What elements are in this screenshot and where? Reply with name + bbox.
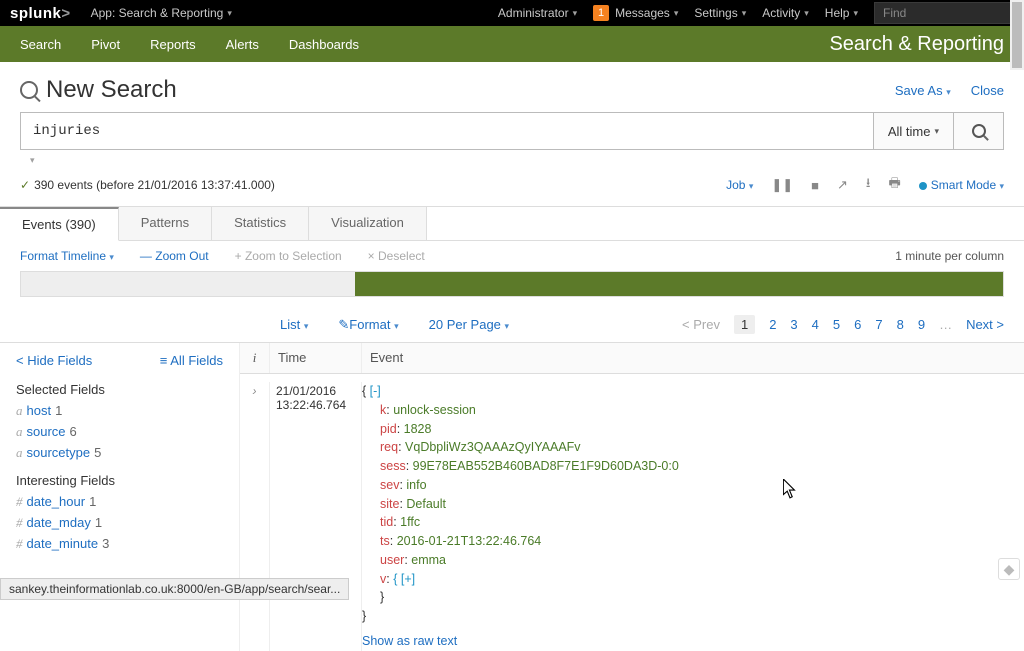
- logo[interactable]: splunk>: [10, 5, 71, 22]
- stop-icon[interactable]: ■: [811, 178, 819, 193]
- interesting-fields-header: Interesting Fields: [16, 473, 223, 488]
- format-menu[interactable]: ✎Format ▾: [338, 317, 398, 333]
- show-raw-text-link[interactable]: Show as raw text: [362, 632, 457, 651]
- search-bar: All time▾: [20, 112, 1004, 150]
- timeline-controls: Format Timeline ▾ — Zoom Out + Zoom to S…: [0, 241, 1024, 271]
- pager-next[interactable]: Next >: [966, 317, 1004, 332]
- pager-ellipsis: …: [939, 317, 952, 332]
- pager-page[interactable]: 1: [734, 315, 755, 334]
- smart-mode-menu[interactable]: Smart Mode ▾: [919, 178, 1004, 192]
- app-menu[interactable]: App: Search & Reporting▾: [91, 6, 232, 20]
- format-timeline-menu[interactable]: Format Timeline ▾: [20, 249, 114, 263]
- search-icon: [972, 124, 986, 138]
- event-count-text: 390 events (before 21/01/2016 13:37:41.0…: [34, 178, 275, 192]
- search-assistant-toggle[interactable]: ▾: [30, 152, 1004, 166]
- status-row: ✓ 390 events (before 21/01/2016 13:37:41…: [0, 166, 1024, 202]
- nav-search[interactable]: Search: [20, 37, 61, 52]
- field-item[interactable]: #date_minute3: [16, 536, 223, 552]
- result-tabs: Events (390) Patterns Statistics Visuali…: [0, 206, 1024, 241]
- pager-page[interactable]: 5: [833, 317, 840, 332]
- field-item[interactable]: #date_hour1: [16, 494, 223, 510]
- close-button[interactable]: Close: [971, 83, 1004, 98]
- search-input[interactable]: [20, 112, 874, 150]
- field-item[interactable]: #date_mday1: [16, 515, 223, 531]
- page-title: New Search: [20, 76, 177, 104]
- title-row: New Search Save As ▾ Close: [0, 62, 1024, 112]
- pause-icon[interactable]: ❚❚: [771, 177, 793, 193]
- timeline-scale-label: 1 minute per column: [895, 249, 1004, 263]
- field-item[interactable]: asource6: [16, 424, 223, 440]
- zoom-to-selection-button: + Zoom to Selection: [235, 249, 342, 263]
- results-toolbar: List ▾ ✎Format ▾ 20 Per Page ▾ < Prev 1 …: [0, 307, 1024, 342]
- find-input[interactable]: Find: [874, 2, 1014, 24]
- share-icon[interactable]: ↗: [837, 177, 848, 193]
- col-info: i: [240, 343, 270, 373]
- all-fields-button[interactable]: ≡ All Fields: [160, 353, 223, 368]
- pager-page[interactable]: 4: [812, 317, 819, 332]
- messages-menu[interactable]: 1Messages▾: [593, 5, 678, 21]
- event-time: 21/01/2016 13:22:46.764: [270, 382, 362, 651]
- activity-menu[interactable]: Activity▾: [762, 6, 809, 20]
- timeline-histogram[interactable]: [20, 271, 1004, 297]
- event-json[interactable]: { [-] k: unlock-sessionpid: 1828req: VqD…: [362, 382, 1024, 651]
- events-header: i Time Event: [240, 343, 1024, 374]
- pager-page[interactable]: 9: [918, 317, 925, 332]
- check-icon: ✓: [20, 178, 30, 192]
- app-title: Search & Reporting: [829, 33, 1004, 56]
- nav-pivot[interactable]: Pivot: [91, 37, 120, 52]
- search-button[interactable]: [954, 112, 1004, 150]
- pager-page[interactable]: 8: [897, 317, 904, 332]
- pager-prev: < Prev: [682, 317, 720, 332]
- app-nav-bar: Search Pivot Reports Alerts Dashboards S…: [0, 26, 1024, 62]
- selected-fields-header: Selected Fields: [16, 382, 223, 397]
- print-icon[interactable]: 🖶: [888, 174, 900, 196]
- back-to-top-button[interactable]: ◆: [998, 558, 1020, 580]
- per-page-menu[interactable]: 20 Per Page ▾: [429, 317, 509, 332]
- col-time[interactable]: Time: [270, 343, 362, 373]
- nav-dashboards[interactable]: Dashboards: [289, 37, 359, 52]
- tab-visualization[interactable]: Visualization: [309, 207, 427, 240]
- pager-page[interactable]: 6: [854, 317, 861, 332]
- pager: < Prev 1 2 3 4 5 6 7 8 9 … Next >: [682, 315, 1004, 334]
- expand-nested-button[interactable]: { [+]: [393, 572, 415, 586]
- search-icon: [20, 81, 38, 99]
- job-menu[interactable]: Job ▾: [726, 178, 753, 192]
- pager-page[interactable]: 2: [769, 317, 776, 332]
- top-bar: splunk> App: Search & Reporting▾ Adminis…: [0, 0, 1024, 26]
- pager-page[interactable]: 3: [790, 317, 797, 332]
- bulb-icon: [919, 182, 927, 190]
- event-row: › 21/01/2016 13:22:46.764 { [-] k: unloc…: [240, 374, 1024, 651]
- field-item[interactable]: ahost1: [16, 403, 223, 419]
- list-view-menu[interactable]: List ▾: [280, 317, 308, 332]
- help-menu[interactable]: Help▾: [825, 6, 858, 20]
- tab-events[interactable]: Events (390): [0, 207, 119, 241]
- hide-fields-button[interactable]: < Hide Fields: [16, 353, 92, 368]
- tab-patterns[interactable]: Patterns: [119, 207, 212, 240]
- col-event: Event: [362, 343, 1024, 373]
- field-item[interactable]: asourcetype5: [16, 445, 223, 461]
- time-range-picker[interactable]: All time▾: [874, 112, 954, 150]
- pager-page[interactable]: 7: [875, 317, 882, 332]
- scrollbar-vertical[interactable]: [1010, 0, 1024, 70]
- messages-badge: 1: [593, 5, 609, 21]
- main-split: < Hide Fields ≡ All Fields Selected Fiel…: [0, 342, 1024, 651]
- save-as-menu[interactable]: Save As ▾: [895, 83, 951, 98]
- fields-sidebar: < Hide Fields ≡ All Fields Selected Fiel…: [0, 343, 240, 651]
- events-pane: i Time Event › 21/01/2016 13:22:46.764 {…: [240, 343, 1024, 651]
- chevron-down-icon: ▾: [227, 8, 232, 19]
- browser-status-bar: sankey.theinformationlab.co.uk:8000/en-G…: [0, 578, 349, 600]
- collapse-toggle[interactable]: [-]: [370, 384, 381, 398]
- nav-alerts[interactable]: Alerts: [226, 37, 259, 52]
- settings-menu[interactable]: Settings▾: [694, 6, 746, 20]
- download-icon[interactable]: ⭳: [866, 174, 871, 196]
- nav-reports[interactable]: Reports: [150, 37, 196, 52]
- administrator-menu[interactable]: Administrator▾: [498, 6, 577, 20]
- expand-event-button[interactable]: ›: [240, 382, 270, 651]
- deselect-button: × Deselect: [368, 249, 425, 263]
- tab-statistics[interactable]: Statistics: [212, 207, 309, 240]
- zoom-out-button[interactable]: — Zoom Out: [140, 249, 209, 263]
